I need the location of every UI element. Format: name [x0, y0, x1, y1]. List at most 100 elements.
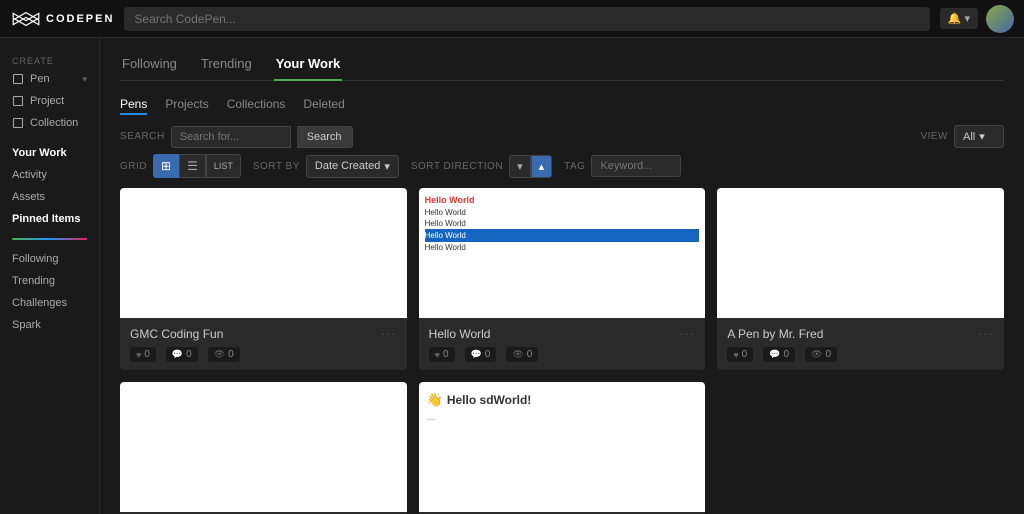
grid-group: GRID ⊞ ☰ LIST	[120, 154, 241, 178]
sub-tab-deleted[interactable]: Deleted	[303, 95, 344, 115]
collection-icon	[12, 117, 24, 129]
sidebar-item-trending[interactable]: Trending	[0, 270, 99, 292]
pen-views-gmc: 👁 0	[208, 347, 240, 362]
pen-preview-hello: Hello World Hello World Hello World Hell…	[419, 188, 706, 318]
pen-hearts-gmc: ♥ 0	[130, 347, 156, 362]
sidebar-collection-label: Collection	[30, 117, 78, 129]
comments-count-3: 0	[783, 349, 789, 360]
sidebar-project-label: Project	[30, 95, 64, 107]
grid-view-button[interactable]: ⊞	[153, 154, 179, 178]
pen-more-gmc[interactable]: ···	[381, 326, 397, 341]
view-label: VIEW	[920, 131, 948, 142]
pen-hearts-mrfred1: ♥ 0	[727, 347, 753, 362]
pen-title-gmc: GMC Coding Fun	[130, 327, 223, 341]
sidebar-item-pen[interactable]: Pen ▾	[0, 68, 99, 90]
pen-stats-mrfred1: ♥ 0 💬 0 👁 0	[717, 347, 1004, 370]
pen-title-hello: Hello World	[429, 327, 491, 341]
comments-count: 0	[186, 349, 192, 360]
pen-info-hello: Hello World ···	[419, 318, 706, 347]
pen-views-hello: 👁 0	[506, 347, 538, 362]
content-area: Following Trending Your Work Pens Projec…	[100, 38, 1024, 514]
sidebar-item-assets[interactable]: Assets	[0, 186, 99, 208]
sidebar-item-pinned-items[interactable]: Pinned Items	[0, 208, 99, 230]
tag-input[interactable]	[591, 155, 681, 177]
sidebar-item-challenges[interactable]: Challenges	[0, 292, 99, 314]
sdworld-title: Hello sdWorld!	[447, 393, 531, 407]
toolbar-row2: GRID ⊞ ☰ LIST SORT BY Date Created ▾ SOR…	[120, 154, 1004, 178]
heart-icon-3: ♥	[733, 350, 738, 360]
sidebar-item-project[interactable]: Project	[0, 90, 99, 112]
sidebar: CREATE Pen ▾ Project Collection Your Wor…	[0, 38, 100, 514]
sub-tab-projects[interactable]: Projects	[165, 95, 208, 115]
hearts-count-2: 0	[443, 349, 449, 360]
pen-title-mrfred1: A Pen by Mr. Fred	[727, 327, 823, 341]
sub-tab-collections[interactable]: Collections	[227, 95, 286, 115]
sort-label: SORT BY	[253, 161, 300, 172]
tag-label: TAG	[564, 161, 585, 172]
comment-icon-2: 💬	[471, 349, 482, 360]
hello-title: Hello World	[425, 194, 700, 207]
pen-search-input[interactable]	[171, 126, 291, 148]
notification-button[interactable]: 🔔 ▾	[940, 8, 978, 29]
pen-more-mrfred1[interactable]: ···	[978, 326, 994, 341]
views-count: 0	[228, 349, 234, 360]
user-avatar[interactable]	[986, 5, 1014, 33]
toolbar: SEARCH Search VIEW All ▾	[120, 125, 1004, 148]
sidebar-item-spark[interactable]: Spark	[0, 314, 99, 336]
compact-list-button[interactable]: LIST	[206, 154, 241, 178]
pen-comments-mrfred1: 💬 0	[763, 347, 795, 362]
pen-comments-hello: 💬 0	[465, 347, 497, 362]
sidebar-item-activity[interactable]: Activity	[0, 164, 99, 186]
pen-card-hello-world[interactable]: Hello World Hello World Hello World Hell…	[419, 188, 706, 370]
sort-chevron-icon: ▾	[384, 160, 390, 173]
comment-icon: 💬	[172, 349, 183, 360]
pen-stats-hello: ♥ 0 💬 0 👁 0	[419, 347, 706, 370]
sort-select[interactable]: Date Created ▾	[306, 155, 399, 178]
sidebar-item-collection[interactable]: Collection	[0, 112, 99, 134]
pen-preview-gmc	[120, 188, 407, 318]
tab-your-work[interactable]: Your Work	[274, 50, 343, 81]
notification-chevron: ▾	[964, 12, 970, 25]
sidebar-divider	[12, 238, 87, 240]
sidebar-item-following[interactable]: Following	[0, 248, 99, 270]
sub-tab-pens[interactable]: Pens	[120, 95, 147, 115]
pen-stats-gmc: ♥ 0 💬 0 👁 0	[120, 347, 407, 370]
logo-text: CODEPEN	[46, 13, 114, 25]
codepen-logo[interactable]: CODEPEN	[10, 10, 114, 28]
search-button[interactable]: Search	[297, 126, 353, 148]
avatar-image	[986, 5, 1014, 33]
pen-info-mrfred1: A Pen by Mr. Fred ···	[717, 318, 1004, 347]
pen-icon	[12, 73, 24, 85]
view-chevron-icon: ▾	[979, 130, 985, 143]
sidebar-pen-label: Pen	[30, 73, 50, 85]
list-view-button[interactable]: ☰	[179, 154, 206, 178]
topbar: CODEPEN 🔔 ▾	[0, 0, 1024, 38]
sort-direction-buttons: ▾ ▴	[509, 155, 552, 178]
view-select[interactable]: All ▾	[954, 125, 1004, 148]
pen-more-hello[interactable]: ···	[679, 326, 695, 341]
tab-trending[interactable]: Trending	[199, 50, 254, 81]
comment-icon-3: 💬	[769, 349, 780, 360]
pen-card-mr-fred-2[interactable]: 👋 Hello sdWorld! — A Pen by Mr. Fred ···…	[419, 382, 706, 514]
eye-icon: 👁	[214, 349, 225, 360]
sub-tabs: Pens Projects Collections Deleted	[120, 95, 1004, 115]
sort-asc-button[interactable]: ▴	[531, 155, 553, 178]
pen-card-test[interactable]: Test ··· ♥ 0 💬 0 👁 0	[120, 382, 407, 514]
pen-card-gmc-coding-fun[interactable]: GMC Coding Fun ··· ♥ 0 💬 0 👁 0	[120, 188, 407, 370]
pen-views-mrfred1: 👁 0	[805, 347, 837, 362]
pen-preview-sdworld: 👋 Hello sdWorld! —	[419, 382, 706, 512]
project-icon	[12, 95, 24, 107]
tab-following[interactable]: Following	[120, 50, 179, 81]
pen-comments-gmc: 💬 0	[166, 347, 198, 362]
pen-chevron-icon: ▾	[82, 74, 87, 85]
heart-icon: ♥	[136, 350, 141, 360]
sidebar-item-your-work[interactable]: Your Work	[0, 142, 99, 164]
views-count-3: 0	[825, 349, 831, 360]
sort-group: SORT BY Date Created ▾	[253, 155, 399, 178]
tag-group: TAG	[564, 155, 681, 177]
pen-card-mr-fred-1[interactable]: A Pen by Mr. Fred ··· ♥ 0 💬 0 👁 0	[717, 188, 1004, 370]
sort-desc-button[interactable]: ▾	[509, 155, 531, 178]
grid-label: GRID	[120, 161, 147, 172]
global-search-input[interactable]	[124, 7, 929, 31]
search-group: SEARCH Search	[120, 126, 353, 148]
